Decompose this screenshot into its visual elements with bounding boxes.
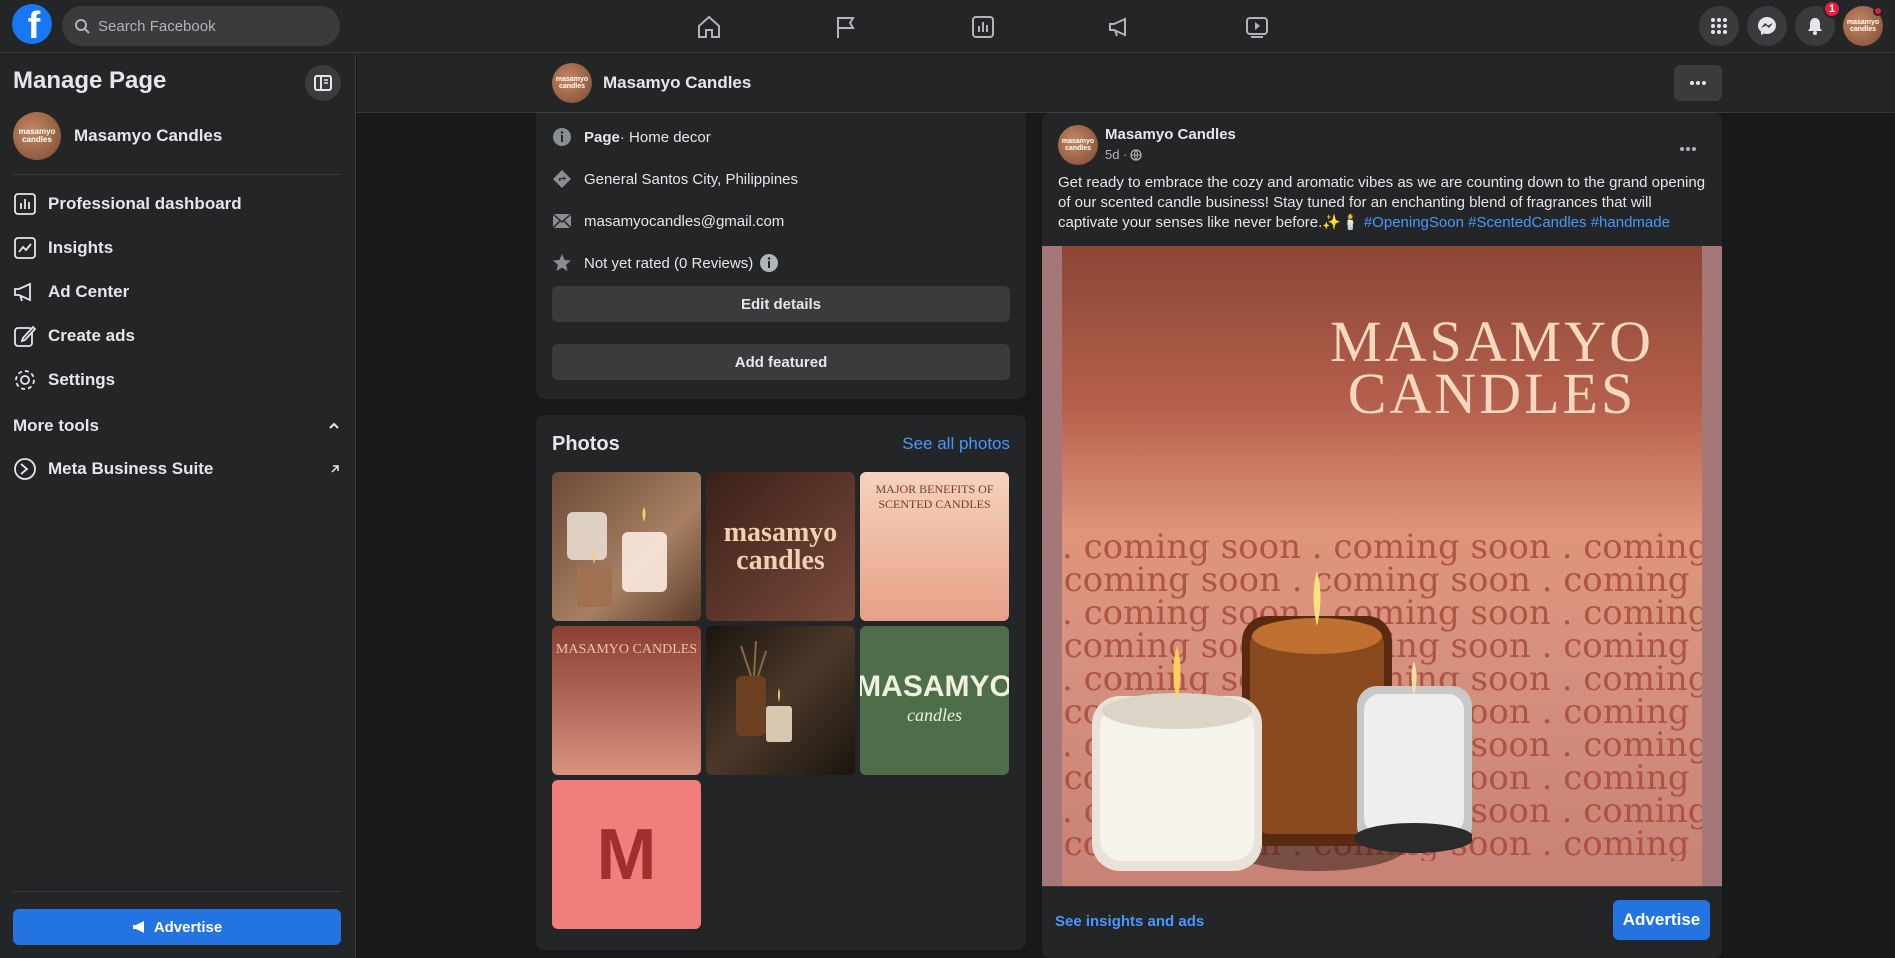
- messenger-icon[interactable]: [1747, 6, 1787, 46]
- rating-info-icon[interactable]: [759, 253, 779, 273]
- photo-grid: masamyo candles MAJOR BENEFITS OF SCENTE…: [552, 472, 1010, 929]
- divider: [13, 174, 341, 175]
- external-link-icon: [331, 465, 339, 473]
- photo-thumbnail[interactable]: [706, 626, 855, 775]
- post-card: masamyo candles Masamyo Candles 5d · Get…: [1042, 113, 1722, 958]
- dashboard-icon: [13, 192, 37, 216]
- image-brand-title: MASAMYO CANDLES: [1330, 309, 1654, 426]
- account-avatar[interactable]: masamyo candles: [1843, 6, 1883, 46]
- gear-icon: [13, 368, 37, 392]
- email-icon: [552, 211, 572, 231]
- see-insights-link[interactable]: See insights and ads: [1055, 913, 1204, 930]
- sidebar-item-insights[interactable]: Insights: [13, 228, 341, 268]
- photos-title: Photos: [552, 433, 620, 455]
- more-dots-icon: [1690, 81, 1706, 85]
- page-location-row: General Santos City, Philippines: [552, 169, 798, 189]
- menu-grid-icon[interactable]: [1699, 6, 1739, 46]
- notifications-bell-icon[interactable]: 1: [1795, 0, 1841, 46]
- avatar-text: masamyo candles: [1846, 19, 1880, 33]
- pages-flag-icon[interactable]: [777, 0, 914, 53]
- page-email-row[interactable]: masamyocandles@gmail.com: [552, 211, 784, 231]
- divider: [13, 891, 341, 892]
- meta-business-suite-icon: [13, 457, 37, 481]
- post-body-text: Get ready to embrace the cozy and aromat…: [1058, 174, 1706, 231]
- photo-thumbnail[interactable]: masamyo candles: [706, 472, 855, 621]
- page-category-row: Page · Home decor: [552, 127, 711, 147]
- main-nav: [640, 0, 1325, 53]
- insights-icon: [13, 236, 37, 260]
- megaphone-icon[interactable]: [1051, 0, 1188, 53]
- image-edge: [1702, 246, 1722, 886]
- see-all-photos-link[interactable]: See all photos: [902, 434, 1010, 454]
- globe-icon: [1130, 148, 1143, 161]
- sidebar-advertise-button[interactable]: Advertise: [13, 909, 341, 945]
- post-footer: See insights and ads Advertise: [1042, 886, 1722, 958]
- page-rating-row: Not yet rated (0 Reviews): [552, 253, 779, 273]
- chevron-up-icon: [329, 422, 339, 429]
- image-edge: [1042, 246, 1062, 886]
- sidebar-item-create-ads[interactable]: Create ads: [13, 316, 341, 356]
- location-icon: [552, 169, 572, 189]
- photo-thumbnail[interactable]: MAJOR BENEFITS OF SCENTED CANDLES: [860, 472, 1009, 621]
- collapse-sidebar-icon[interactable]: [305, 65, 341, 101]
- candle-illustration-icon: [567, 507, 667, 607]
- sidebar-item-ad-center[interactable]: Ad Center: [13, 272, 341, 312]
- sidebar-item-settings[interactable]: Settings: [13, 360, 341, 400]
- sidebar-title: Manage Page: [13, 67, 167, 94]
- manage-page-sidebar: Manage Page masamyo candles Masamyo Cand…: [0, 53, 356, 958]
- video-icon[interactable]: [1188, 0, 1325, 53]
- account-controls: 1 masamyo candles: [1699, 0, 1883, 46]
- edit-details-button[interactable]: Edit details: [552, 286, 1010, 322]
- sidebar-page-profile[interactable]: masamyo candles Masamyo Candles: [13, 112, 222, 160]
- home-icon[interactable]: [640, 0, 777, 53]
- photo-thumbnail[interactable]: M: [552, 780, 701, 929]
- page-header-bar: masamyo candles Masamyo Candles: [357, 53, 1895, 113]
- post-advertise-button[interactable]: Advertise: [1613, 900, 1710, 940]
- page-intro-card: Page · Home decor General Santos City, P…: [536, 113, 1026, 399]
- sidebar-item-professional-dashboard[interactable]: Professional dashboard: [13, 184, 341, 224]
- facebook-logo[interactable]: f: [12, 4, 52, 44]
- post-image[interactable]: MASAMYO CANDLES . coming soon . coming s…: [1042, 246, 1722, 886]
- photo-thumbnail[interactable]: [552, 472, 701, 621]
- photo-thumbnail[interactable]: MASAMYO CANDLES: [552, 626, 701, 775]
- notification-badge: 1: [1823, 0, 1841, 18]
- analytics-icon[interactable]: [914, 0, 1051, 53]
- candle-scene-icon: [736, 640, 792, 742]
- search-box[interactable]: [62, 6, 340, 46]
- photos-card: Photos See all photos masamyo candles MA…: [536, 415, 1026, 950]
- post-timestamp[interactable]: 5d ·: [1105, 147, 1143, 162]
- post-author-avatar[interactable]: masamyo candles: [1058, 125, 1098, 165]
- page-avatar[interactable]: masamyo candles: [552, 63, 592, 103]
- hashtag-link[interactable]: #handmade: [1591, 214, 1670, 231]
- megaphone-icon: [13, 280, 37, 304]
- post-more-options-icon[interactable]: [1670, 131, 1706, 167]
- photo-thumbnail[interactable]: MASAMYO candles: [860, 626, 1009, 775]
- page-avatar: masamyo candles: [13, 112, 61, 160]
- hashtag-link[interactable]: #OpeningSoon: [1364, 214, 1464, 231]
- search-input[interactable]: [98, 17, 318, 35]
- alert-dot: [1873, 6, 1883, 16]
- add-featured-button[interactable]: Add featured: [552, 344, 1010, 380]
- star-icon: [552, 253, 572, 273]
- more-options-button[interactable]: [1674, 65, 1722, 101]
- megaphone-icon: [132, 921, 144, 933]
- edit-icon: [13, 324, 37, 348]
- hashtag-link[interactable]: #ScentedCandles: [1468, 214, 1586, 231]
- sidebar-page-name: Masamyo Candles: [74, 126, 223, 145]
- post-author-name[interactable]: Masamyo Candles: [1105, 126, 1236, 143]
- info-icon: [552, 127, 572, 147]
- page-title[interactable]: Masamyo Candles: [603, 73, 751, 93]
- sidebar-item-meta-business-suite[interactable]: Meta Business Suite: [13, 449, 341, 489]
- top-navigation-bar: f 1 masamyo candles: [0, 0, 1895, 53]
- search-icon: [75, 19, 90, 34]
- more-tools-toggle[interactable]: More tools: [13, 416, 341, 436]
- candles-illustration-icon: [1092, 571, 1472, 871]
